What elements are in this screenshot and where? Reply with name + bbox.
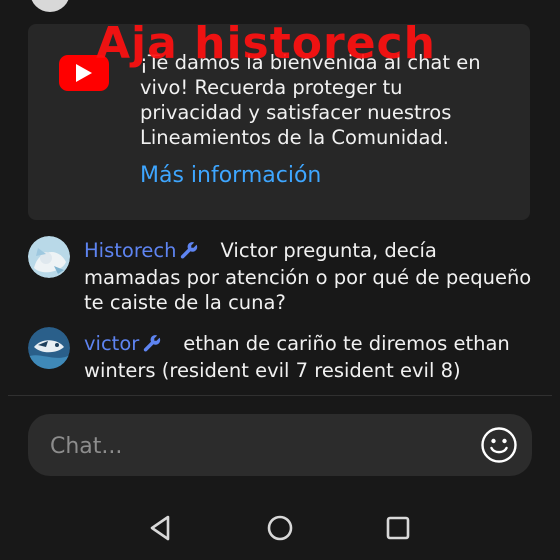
avatar[interactable]	[28, 236, 70, 278]
avatar[interactable]	[28, 327, 70, 369]
avatar	[30, 0, 70, 12]
previous-message-text: — — — — — — · · ·	[86, 0, 276, 10]
author-name[interactable]: victor	[84, 332, 139, 355]
welcome-card: ¡Te damos la bienvenida al chat en vivo!…	[28, 24, 530, 220]
welcome-message: ¡Te damos la bienvenida al chat en vivo!…	[140, 51, 481, 149]
circle-home-icon[interactable]	[264, 512, 296, 544]
more-info-link[interactable]: Más información	[140, 163, 321, 188]
square-recents-icon[interactable]	[382, 512, 414, 544]
wrench-icon	[180, 240, 198, 265]
triangle-back-icon[interactable]	[144, 512, 176, 544]
chat-message-text: Historech Victor pregunta, decía mamadas …	[84, 238, 534, 315]
system-nav-bar	[0, 496, 560, 560]
previous-message-clipped: — — — — — — · · ·	[0, 0, 560, 12]
youtube-logo-icon	[59, 55, 109, 91]
divider	[8, 395, 552, 396]
live-chat-screen: — — — — — — · · · ¡Te damos la bienvenid…	[0, 0, 560, 560]
chat-message-text: victor ethan de cariño te diremos ethan w…	[84, 331, 534, 383]
author-name[interactable]: Historech	[84, 239, 176, 262]
smiley-face-icon[interactable]	[480, 426, 518, 464]
chat-input[interactable]	[48, 424, 472, 468]
chat-input-container	[28, 414, 532, 476]
wrench-icon	[143, 333, 161, 358]
